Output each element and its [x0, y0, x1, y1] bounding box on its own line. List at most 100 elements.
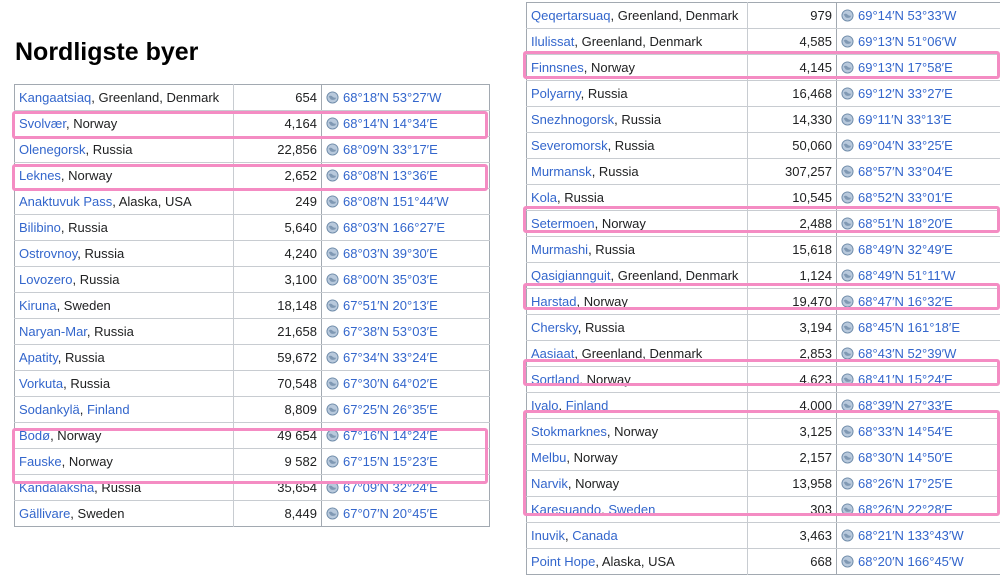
- globe-icon[interactable]: [841, 269, 854, 282]
- globe-icon[interactable]: [841, 35, 854, 48]
- globe-icon[interactable]: [841, 61, 854, 74]
- globe-icon[interactable]: [326, 143, 339, 156]
- country-link[interactable]: Sweden: [608, 502, 655, 517]
- coordinates-link[interactable]: 68°49′N 51°11′W: [858, 268, 955, 283]
- coordinates-link[interactable]: 68°26′N 22°28′E: [858, 502, 953, 517]
- globe-icon[interactable]: [326, 91, 339, 104]
- coordinates-link[interactable]: 69°04′N 33°25′E: [858, 138, 953, 153]
- globe-icon[interactable]: [841, 295, 854, 308]
- globe-icon[interactable]: [841, 321, 854, 334]
- city-link[interactable]: Kola: [531, 190, 557, 205]
- globe-icon[interactable]: [326, 507, 339, 520]
- globe-icon[interactable]: [841, 451, 854, 464]
- city-link[interactable]: Inuvik: [531, 528, 565, 543]
- city-link[interactable]: Sodankylä: [19, 402, 80, 417]
- globe-icon[interactable]: [841, 9, 854, 22]
- city-link[interactable]: Qasigiannguit: [531, 268, 611, 283]
- city-link[interactable]: Karesuando: [531, 502, 601, 517]
- coordinates-link[interactable]: 67°07′N 20°45′E: [343, 506, 438, 521]
- coordinates-link[interactable]: 68°03′N 166°27′E: [343, 220, 445, 235]
- country-link[interactable]: Canada: [572, 528, 618, 543]
- city-link[interactable]: Polyarny: [531, 86, 581, 101]
- city-link[interactable]: Severomorsk: [531, 138, 608, 153]
- city-link[interactable]: Setermoen: [531, 216, 595, 231]
- coordinates-link[interactable]: 68°14′N 14°34′E: [343, 116, 438, 131]
- city-link[interactable]: Ilulissat: [531, 34, 574, 49]
- city-link[interactable]: Apatity: [19, 350, 58, 365]
- city-link[interactable]: Leknes: [19, 168, 61, 183]
- city-link[interactable]: Bodø: [19, 428, 50, 443]
- globe-icon[interactable]: [841, 373, 854, 386]
- coordinates-link[interactable]: 69°11′N 33°13′E: [858, 112, 952, 127]
- city-link[interactable]: Finnsnes: [531, 60, 584, 75]
- city-link[interactable]: Olenegorsk: [19, 142, 85, 157]
- coordinates-link[interactable]: 69°12′N 33°27′E: [858, 86, 953, 101]
- city-link[interactable]: Lovozero: [19, 272, 72, 287]
- coordinates-link[interactable]: 68°08′N 151°44′W: [343, 194, 449, 209]
- globe-icon[interactable]: [841, 87, 854, 100]
- coordinates-link[interactable]: 67°15′N 15°23′E: [343, 454, 438, 469]
- globe-icon[interactable]: [326, 455, 339, 468]
- globe-icon[interactable]: [841, 503, 854, 516]
- globe-icon[interactable]: [841, 477, 854, 490]
- globe-icon[interactable]: [326, 221, 339, 234]
- city-link[interactable]: Chersky: [531, 320, 578, 335]
- city-link[interactable]: Fauske: [19, 454, 62, 469]
- coordinates-link[interactable]: 68°20′N 166°45′W: [858, 554, 964, 569]
- globe-icon[interactable]: [326, 351, 339, 364]
- globe-icon[interactable]: [841, 347, 854, 360]
- globe-icon[interactable]: [326, 273, 339, 286]
- globe-icon[interactable]: [326, 299, 339, 312]
- coordinates-link[interactable]: 68°41′N 15°24′E: [858, 372, 953, 387]
- city-link[interactable]: Narvik: [531, 476, 568, 491]
- coordinates-link[interactable]: 67°51′N 20°13′E: [343, 298, 438, 313]
- coordinates-link[interactable]: 67°34′N 33°24′E: [343, 350, 438, 365]
- city-link[interactable]: Sortland: [531, 372, 579, 387]
- city-link[interactable]: Point Hope: [531, 554, 595, 569]
- globe-icon[interactable]: [326, 247, 339, 260]
- coordinates-link[interactable]: 68°09′N 33°17′E: [343, 142, 438, 157]
- globe-icon[interactable]: [841, 425, 854, 438]
- globe-icon[interactable]: [326, 195, 339, 208]
- city-link[interactable]: Naryan-Mar: [19, 324, 87, 339]
- globe-icon[interactable]: [326, 325, 339, 338]
- globe-icon[interactable]: [841, 529, 854, 542]
- globe-icon[interactable]: [841, 555, 854, 568]
- coordinates-link[interactable]: 68°45′N 161°18′E: [858, 320, 960, 335]
- city-link[interactable]: Melbu: [531, 450, 566, 465]
- globe-icon[interactable]: [841, 113, 854, 126]
- globe-icon[interactable]: [841, 191, 854, 204]
- globe-icon[interactable]: [841, 399, 854, 412]
- globe-icon[interactable]: [326, 117, 339, 130]
- globe-icon[interactable]: [841, 243, 854, 256]
- city-link[interactable]: Aasiaat: [531, 346, 574, 361]
- coordinates-link[interactable]: 68°18′N 53°27′W: [343, 90, 441, 105]
- city-link[interactable]: Anaktuvuk Pass: [19, 194, 112, 209]
- coordinates-link[interactable]: 68°00′N 35°03′E: [343, 272, 438, 287]
- city-link[interactable]: Murmashi: [531, 242, 588, 257]
- city-link[interactable]: Ostrovnoy: [19, 246, 77, 261]
- coordinates-link[interactable]: 68°43′N 52°39′W: [858, 346, 956, 361]
- city-link[interactable]: Stokmarknes: [531, 424, 607, 439]
- coordinates-link[interactable]: 69°14′N 53°33′W: [858, 8, 956, 23]
- city-link[interactable]: Qeqertarsuaq: [531, 8, 611, 23]
- coordinates-link[interactable]: 68°47′N 16°32′E: [858, 294, 953, 309]
- country-link[interactable]: Finland: [566, 398, 609, 413]
- coordinates-link[interactable]: 68°30′N 14°50′E: [858, 450, 953, 465]
- coordinates-link[interactable]: 67°38′N 53°03′E: [343, 324, 438, 339]
- coordinates-link[interactable]: 68°03′N 39°30′E: [343, 246, 438, 261]
- coordinates-link[interactable]: 69°13′N 51°06′W: [858, 34, 956, 49]
- coordinates-link[interactable]: 68°26′N 17°25′E: [858, 476, 953, 491]
- city-link[interactable]: Vorkuta: [19, 376, 63, 391]
- city-link[interactable]: Bilibino: [19, 220, 61, 235]
- globe-icon[interactable]: [326, 403, 339, 416]
- coordinates-link[interactable]: 67°30′N 64°02′E: [343, 376, 438, 391]
- coordinates-link[interactable]: 68°08′N 13°36′E: [343, 168, 438, 183]
- coordinates-link[interactable]: 68°57′N 33°04′E: [858, 164, 953, 179]
- coordinates-link[interactable]: 67°25′N 26°35′E: [343, 402, 438, 417]
- coordinates-link[interactable]: 67°09′N 32°24′E: [343, 480, 438, 495]
- city-link[interactable]: Kandalaksha: [19, 480, 94, 495]
- coordinates-link[interactable]: 68°21′N 133°43′W: [858, 528, 964, 543]
- coordinates-link[interactable]: 68°33′N 14°54′E: [858, 424, 953, 439]
- globe-icon[interactable]: [326, 429, 339, 442]
